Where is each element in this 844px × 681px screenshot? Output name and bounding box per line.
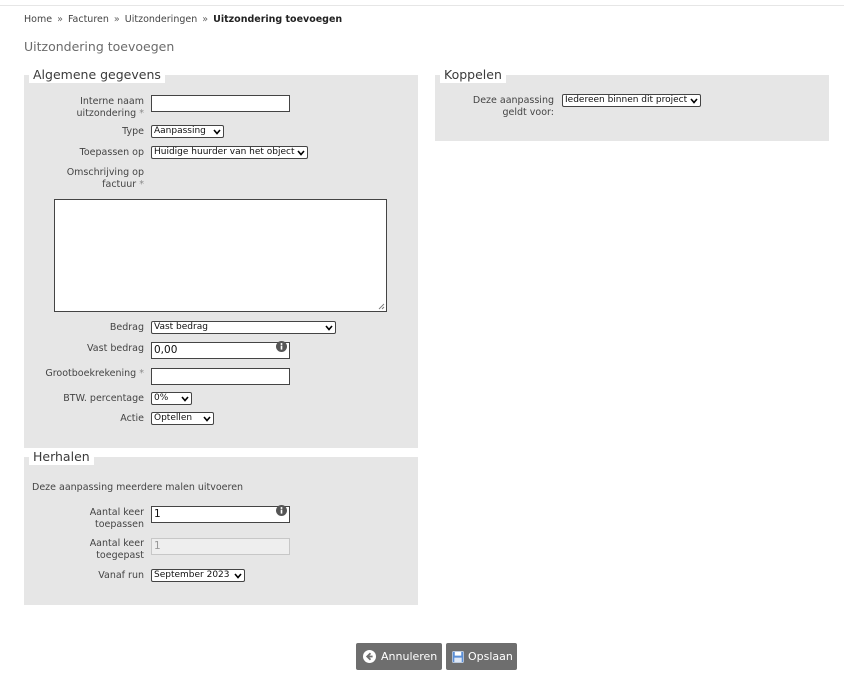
internal-name-input[interactable] <box>151 95 290 112</box>
ledger-input[interactable] <box>151 368 290 385</box>
save-button-label: Opslaan <box>468 650 513 663</box>
required-marker: * <box>139 178 144 190</box>
page-title: Uitzondering toevoegen <box>24 39 175 54</box>
applies-to-select-value: Iedereen binnen dit project <box>565 95 688 105</box>
times-applied-input: 1 <box>151 538 290 555</box>
description-textarea[interactable] <box>54 199 387 312</box>
resize-grip-icon[interactable] <box>378 303 385 310</box>
type-select-value: Aanpassing <box>154 126 206 136</box>
amount-select-value: Vast bedrag <box>154 322 208 332</box>
required-marker: * <box>139 368 144 379</box>
breadcrumb-separator: » <box>202 14 209 25</box>
apply-on-select[interactable]: Huidige huurder van het object <box>151 146 308 159</box>
general-legend: Algemene gegevens <box>29 67 165 83</box>
cancel-button-label: Annuleren <box>381 650 438 663</box>
action-select-value: Optellen <box>154 413 193 423</box>
ledger-label: Grootboekrekening * <box>45 368 144 379</box>
vat-label: BTW. percentage <box>63 393 144 404</box>
floppy-disk-icon <box>452 651 464 663</box>
description-label: Omschrijving op factuur * <box>66 167 144 190</box>
repeat-panel: Herhalen <box>24 449 418 605</box>
apply-on-label: Toepassen op <box>79 147 144 158</box>
info-icon[interactable] <box>276 341 287 352</box>
link-legend: Koppelen <box>440 67 506 83</box>
action-label: Actie <box>120 413 144 424</box>
repeat-legend: Herhalen <box>29 449 94 465</box>
vat-select[interactable]: 0% <box>151 392 192 405</box>
times-apply-input[interactable]: 1 <box>151 506 290 523</box>
times-applied-label: Aantal keer toegepast <box>89 538 144 561</box>
from-run-select[interactable]: September 2023 <box>151 569 245 582</box>
save-button[interactable]: Opslaan <box>446 643 517 670</box>
chevron-down-icon <box>297 150 305 156</box>
breadcrumb-uitzonderingen[interactable]: Uitzonderingen <box>125 14 197 25</box>
action-select[interactable]: Optellen <box>151 412 214 425</box>
arrow-left-circle-icon <box>363 650 376 663</box>
breadcrumb-separator: » <box>57 14 63 25</box>
amount-label: Bedrag <box>109 322 144 333</box>
amount-select[interactable]: Vast bedrag <box>151 321 336 334</box>
breadcrumb-facturen[interactable]: Facturen <box>68 14 109 25</box>
chevron-down-icon <box>234 573 242 579</box>
breadcrumb-separator: » <box>113 14 120 25</box>
fixed-amount-label: Vast bedrag <box>87 343 144 354</box>
repeat-note: Deze aanpassing meerdere malen uitvoeren <box>32 482 244 493</box>
from-run-label: Vanaf run <box>98 570 144 581</box>
type-select[interactable]: Aanpassing <box>151 125 224 138</box>
apply-on-select-value: Huidige huurder van het object <box>154 147 295 157</box>
applies-to-label: Deze aanpassing geldt voor: <box>472 95 554 118</box>
chevron-down-icon <box>325 325 333 331</box>
chevron-down-icon <box>203 416 211 422</box>
fixed-amount-input[interactable]: 0,00 <box>151 342 290 359</box>
chevron-down-icon <box>181 396 189 402</box>
required-marker: * <box>139 107 144 119</box>
vat-select-value: 0% <box>154 393 169 403</box>
internal-name-label: Interne naam uitzondering * <box>76 96 144 119</box>
breadcrumb: Home » Facturen » Uitzonderingen » Uitzo… <box>24 14 342 25</box>
from-run-select-value: September 2023 <box>154 570 230 580</box>
info-icon[interactable] <box>276 505 287 516</box>
breadcrumb-current: Uitzondering toevoegen <box>213 14 343 25</box>
chevron-down-icon <box>213 129 221 135</box>
applies-to-select[interactable]: Iedereen binnen dit project <box>562 94 701 107</box>
top-divider <box>0 5 844 6</box>
type-label: Type <box>122 126 144 137</box>
breadcrumb-home[interactable]: Home <box>24 14 52 25</box>
cancel-button[interactable]: Annuleren <box>356 643 442 670</box>
chevron-down-icon <box>690 98 698 104</box>
times-apply-label: Aantal keer toepassen <box>89 507 144 530</box>
